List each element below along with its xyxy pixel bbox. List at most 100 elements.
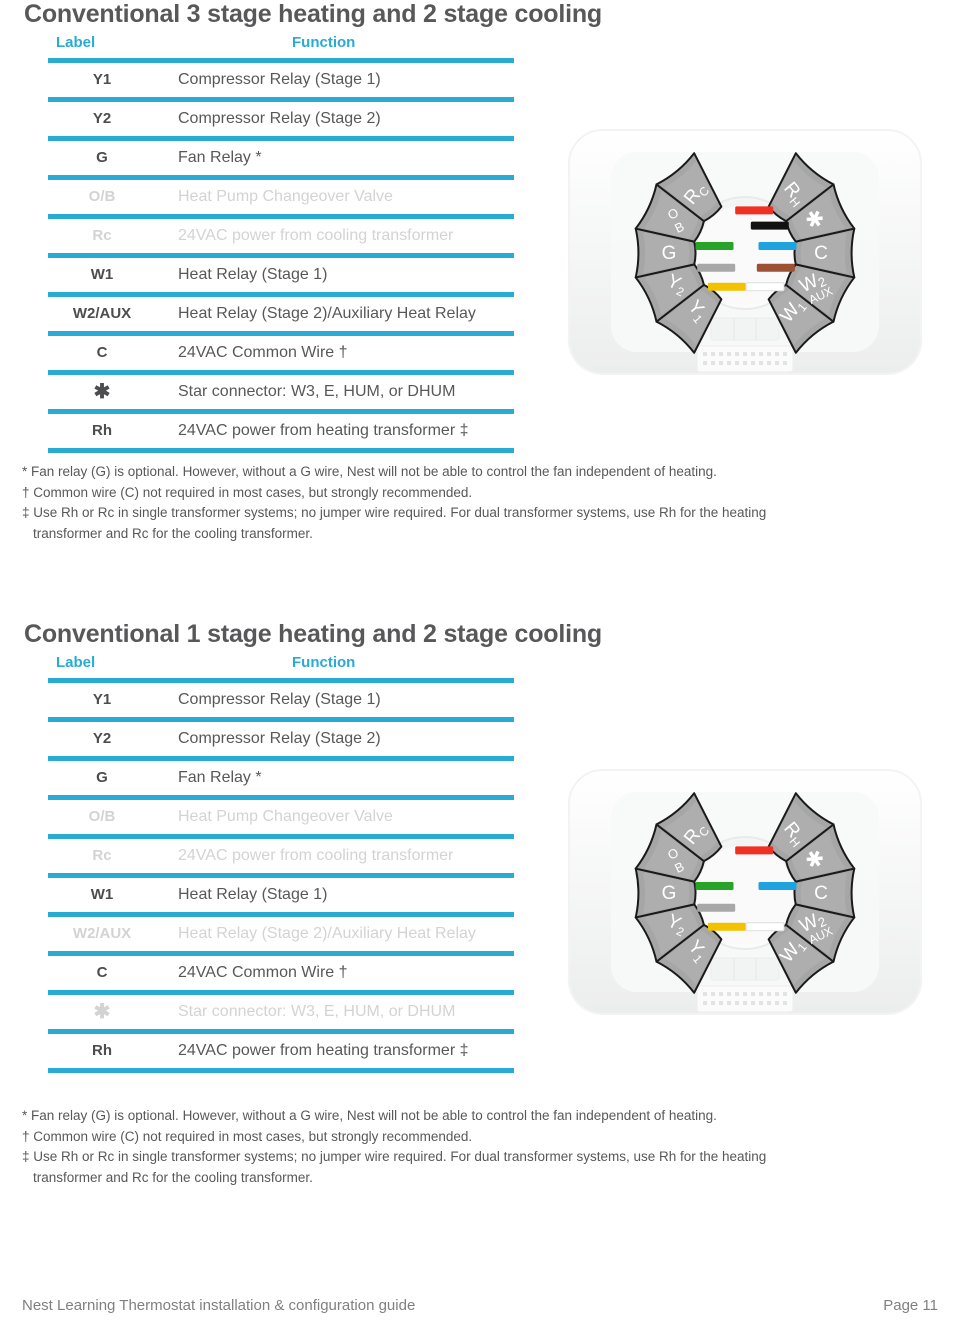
table-header-row: Label Function [48,34,514,58]
wire-Y2 [697,263,736,272]
table-row: W2/AUX Heat Relay (Stage 2)/Auxiliary Hea… [48,297,514,331]
footer-left: Nest Learning Thermostat installation & … [22,1297,416,1314]
wire-W1 [745,282,785,292]
terminal-label-G: G [662,883,677,904]
footnote-line: transformer and Rc for the cooling trans… [33,525,313,541]
footnote-line: * Fan relay (G) is optional. However, wi… [22,1108,717,1123]
table-body-2: Y1 Compressor Relay (Stage 1) Y2 Compressor… [48,678,514,1073]
row-function: 24VAC power from heating transformer ‡ [178,1042,469,1059]
table-row: W1 Heat Relay (Stage 1) [48,878,514,912]
terminal-label-C: C [814,883,828,904]
row-divider [48,448,514,453]
pin-header [696,345,794,373]
row-label: O/B [88,808,116,825]
row-label: Rc [92,227,112,244]
wire-Rh [735,206,774,215]
terminal-label-G: G [662,243,677,264]
footnote-line: transformer and Rc for the cooling trans… [33,1169,313,1185]
row-label: C [96,964,108,981]
row-function: Fan Relay * [178,149,262,166]
row-label: ✱ [93,381,111,403]
row-label: ✱ [93,1001,111,1023]
table-row: Y1 Compressor Relay (Stage 1) [48,683,514,717]
footnote-line: † Common wire (C) not required in most c… [22,484,473,500]
wire-G [695,242,734,250]
row-label: Y1 [92,71,112,88]
row-function: Heat Relay (Stage 1) [178,886,328,903]
terminal-label-C: C [814,243,828,264]
row-function: 24VAC Common Wire † [178,344,348,361]
table-row: C 24VAC Common Wire † [48,956,514,990]
row-function: Heat Relay (Stage 1) [178,266,328,283]
row-label: Rh [92,1042,112,1059]
row-label: W2/AUX [72,925,132,942]
column-header-label: Label [56,34,96,51]
row-label: Y1 [92,691,112,708]
table-row: Rh 24VAC power from heating transformer ‡ [48,414,514,448]
wiring-table-2: Label Function Y1 Compressor Relay (Stage… [48,654,514,1073]
table-body: Y1 Compressor Relay (Stage 1) Y2 Compressor… [48,58,514,453]
footnote-line: † Common wire (C) not required in most c… [22,1128,473,1144]
document-page: Conventional 3 stage heating and 2 stage… [0,0,960,1327]
row-function: 24VAC power from heating transformer ‡ [178,422,469,439]
table-header-row-2: Label Function [48,654,514,678]
wire-C [758,242,797,250]
wire-G [695,882,734,890]
table-row: G Fan Relay * [48,141,514,175]
row-label: O/B [88,188,116,205]
table-row: Rc 24VAC power from cooling transformer [48,839,514,873]
row-label: G [96,769,108,786]
table-row: C 24VAC Common Wire † [48,336,514,370]
row-label: Y2 [92,110,112,127]
table-row: G Fan Relay * [48,761,514,795]
svg-text:C: C [814,883,828,904]
footnote-line: * Fan relay (G) is optional. However, wi… [22,464,717,479]
page-title-2: Conventional 1 stage heating and 2 stage… [24,620,602,648]
row-label: W2/AUX [72,305,132,322]
pin-header [696,985,794,1013]
wire-C [758,882,797,890]
row-function: Compressor Relay (Stage 2) [178,730,381,747]
wire-Rh [735,846,774,855]
svg-text:G: G [662,243,677,264]
wire-Y1 [708,282,746,291]
wire-Y1 [708,922,746,931]
table-row: ✱ Star connector: W3, E, HUM, or DHUM [48,995,514,1029]
footer-page-number: Page 11 [883,1297,938,1314]
row-divider [48,1068,514,1073]
row-function: 24VAC Common Wire † [178,964,348,981]
page-title: Conventional 3 stage heating and 2 stage… [24,0,602,28]
wire-W1 [745,922,785,932]
nest-thermostat-base-diagram-2: Y1 Y2 G O B RC W1 W2 AUX C ✱ RH [545,762,945,1024]
svg-text:G: G [662,883,677,904]
table-row: Y2 Compressor Relay (Stage 2) [48,722,514,756]
table-row: O/B Heat Pump Changeover Valve [48,800,514,834]
footnote-line: ‡ Use Rh or Rc in single transformer sys… [22,505,767,520]
column-header-function-2: Function [292,654,356,671]
svg-text:C: C [814,243,828,264]
wire-Y2 [697,903,736,912]
table-row: Y2 Compressor Relay (Stage 2) [48,102,514,136]
footnotes: * Fan relay (G) is optional. However, wi… [22,462,944,544]
footnotes-2: * Fan relay (G) is optional. However, wi… [22,1106,944,1188]
row-label: W1 [90,886,114,903]
row-function: Compressor Relay (Stage 1) [178,71,381,88]
row-function: 24VAC power from cooling transformer [178,227,454,244]
row-function: Heat Relay (Stage 2)/Auxiliary Heat Rela… [178,305,476,322]
row-function: Fan Relay * [178,769,262,786]
connector-block [710,957,780,981]
table-row: Y1 Compressor Relay (Stage 1) [48,63,514,97]
wire-W2-AUX [756,263,795,272]
column-header-function: Function [292,34,356,51]
row-function: Compressor Relay (Stage 1) [178,691,381,708]
table-row: O/B Heat Pump Changeover Valve [48,180,514,214]
table-row: Rh 24VAC power from heating transformer ‡ [48,1034,514,1068]
row-function: Compressor Relay (Stage 2) [178,110,381,127]
row-label: W1 [90,266,114,283]
table-row: W2/AUX Heat Relay (Stage 2)/Auxiliary Hea… [48,917,514,951]
row-label: C [96,344,108,361]
table-row: Rc 24VAC power from cooling transformer [48,219,514,253]
row-function: Heat Pump Changeover Valve [178,188,393,205]
row-function: Heat Pump Changeover Valve [178,808,393,825]
table-row: ✱ Star connector: W3, E, HUM, or DHUM [48,375,514,409]
